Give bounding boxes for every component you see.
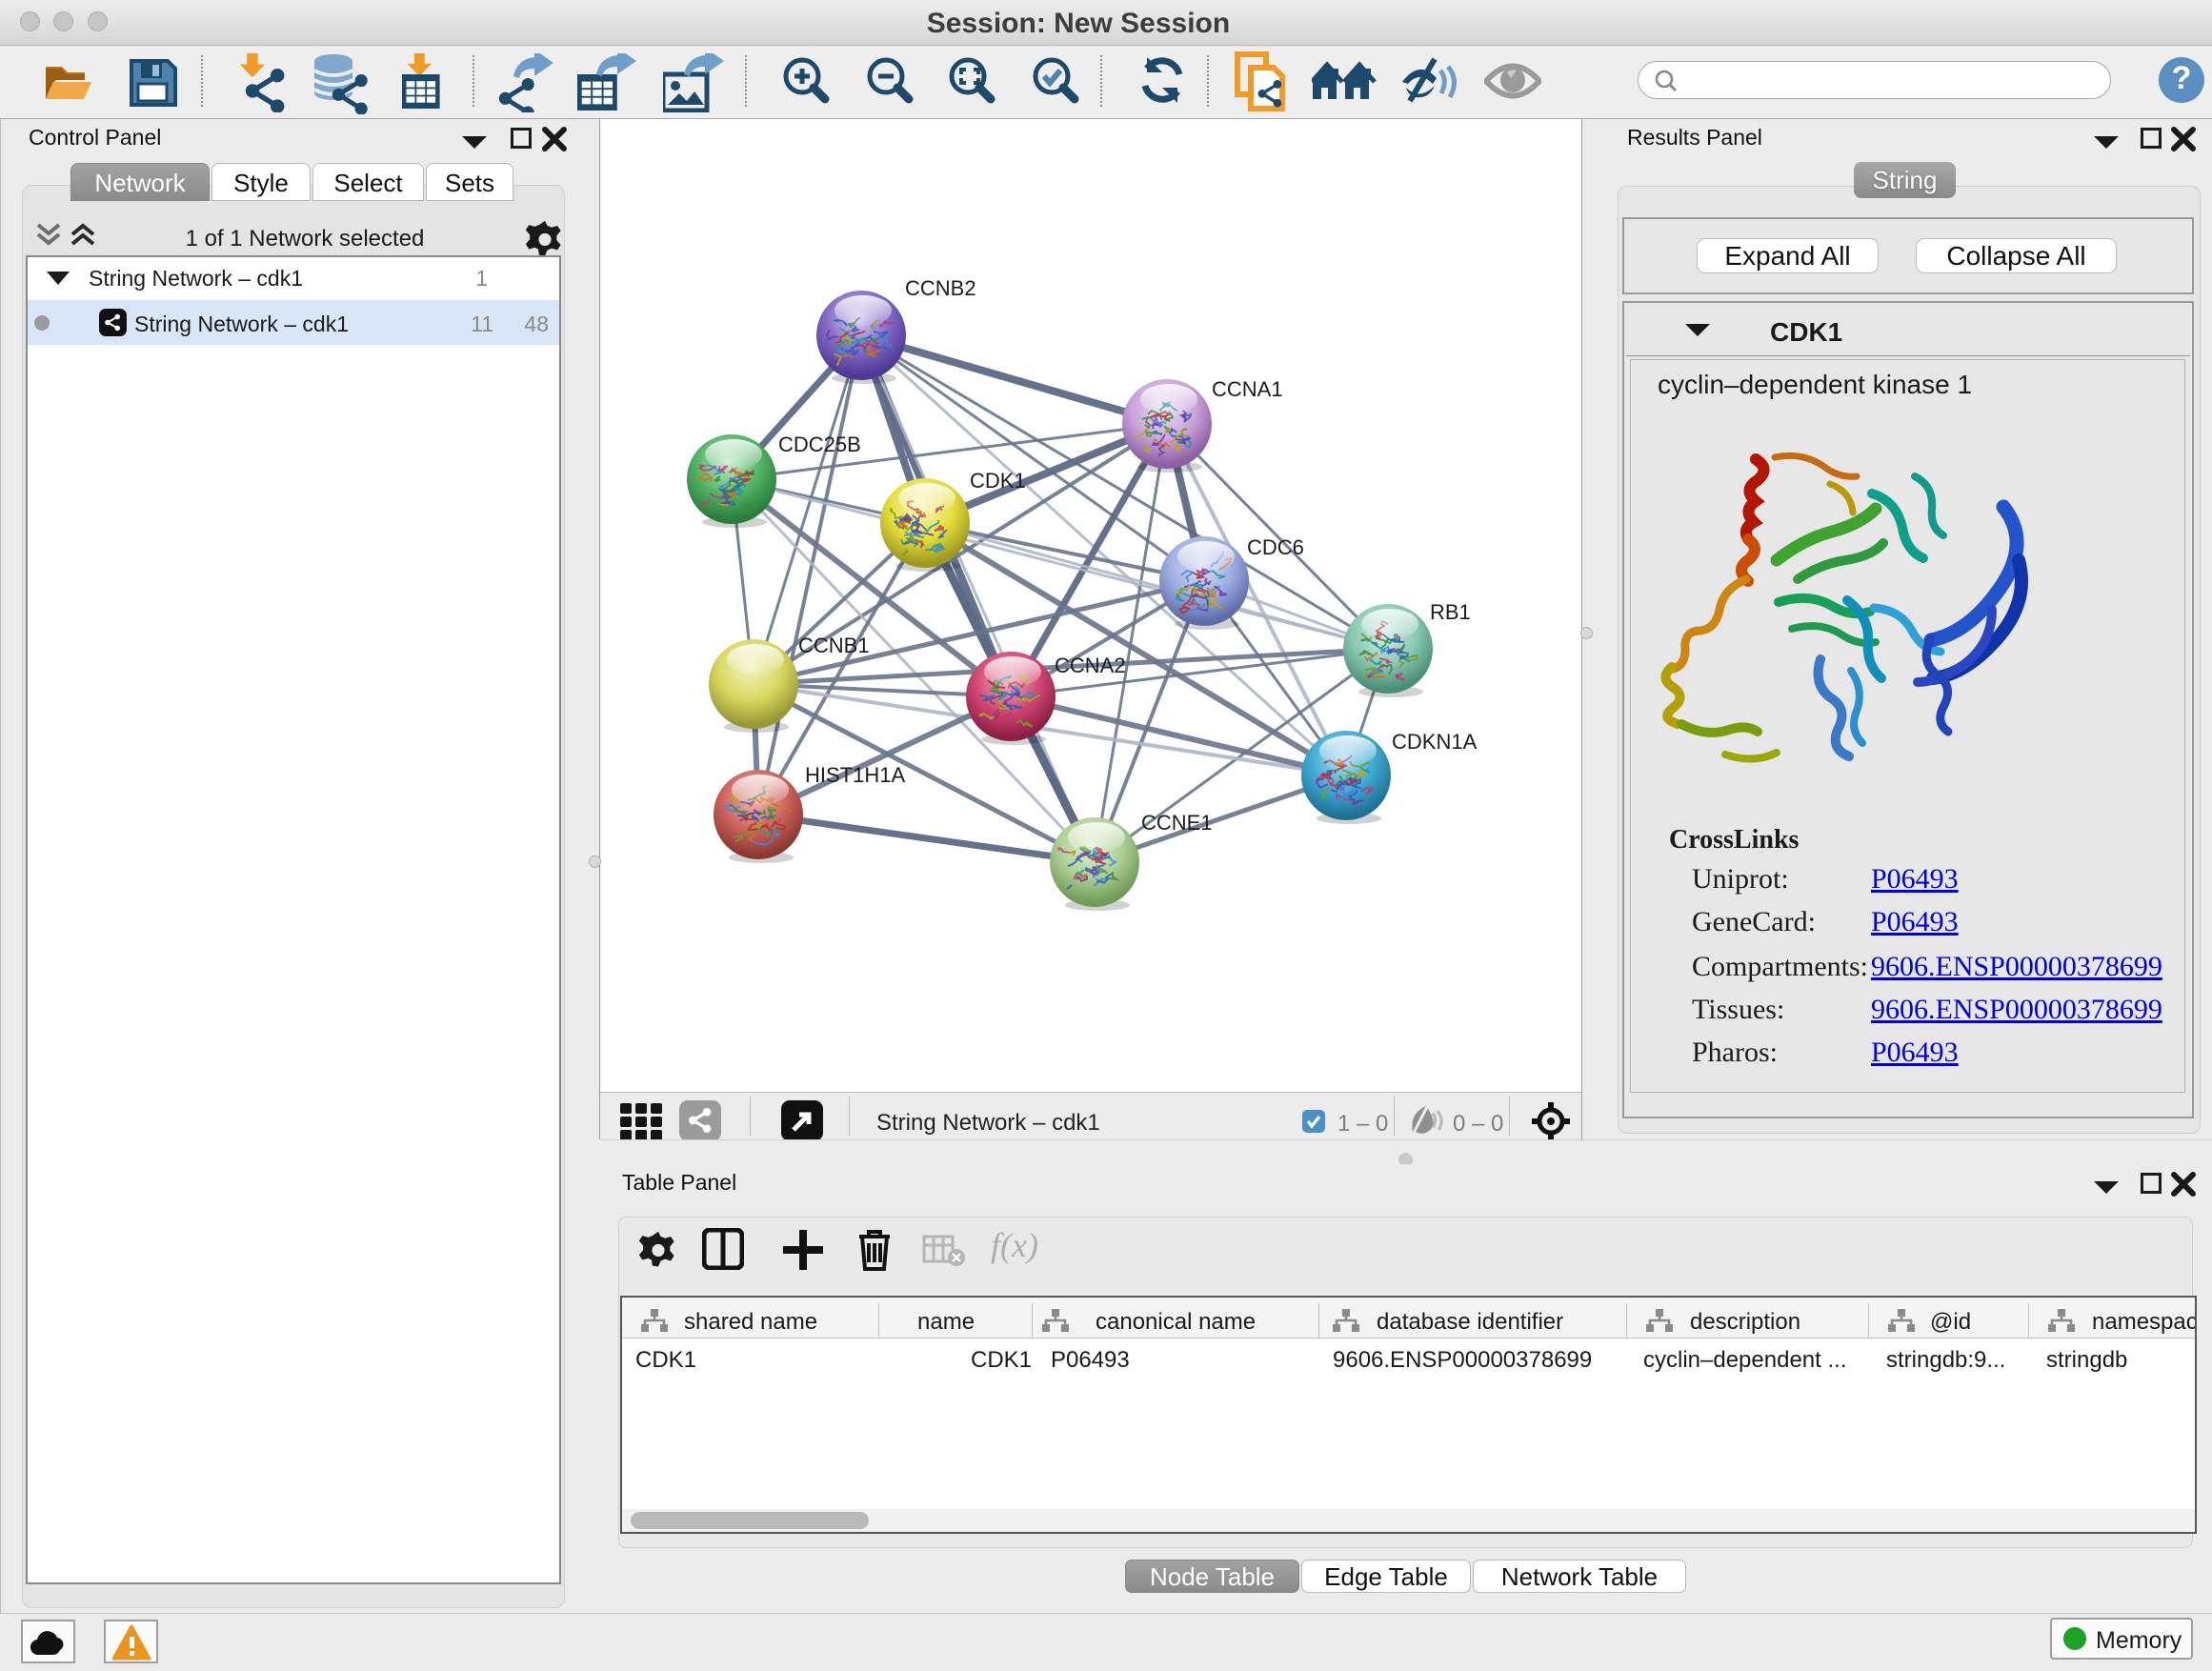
- svg-text:CCNE1: CCNE1: [1141, 811, 1213, 835]
- svg-text:CCNB2: CCNB2: [905, 276, 976, 300]
- svg-text:CDK1: CDK1: [970, 469, 1026, 493]
- svg-text:CDC25B: CDC25B: [778, 433, 861, 456]
- svg-text:CDC6: CDC6: [1247, 535, 1304, 559]
- svg-text:CCNA2: CCNA2: [1055, 654, 1126, 677]
- svg-text:HIST1H1A: HIST1H1A: [805, 763, 905, 787]
- svg-text:CCNB1: CCNB1: [798, 634, 870, 657]
- svg-text:CDKN1A: CDKN1A: [1392, 730, 1478, 754]
- svg-text:CCNA1: CCNA1: [1212, 377, 1283, 401]
- svg-text:RB1: RB1: [1430, 600, 1471, 624]
